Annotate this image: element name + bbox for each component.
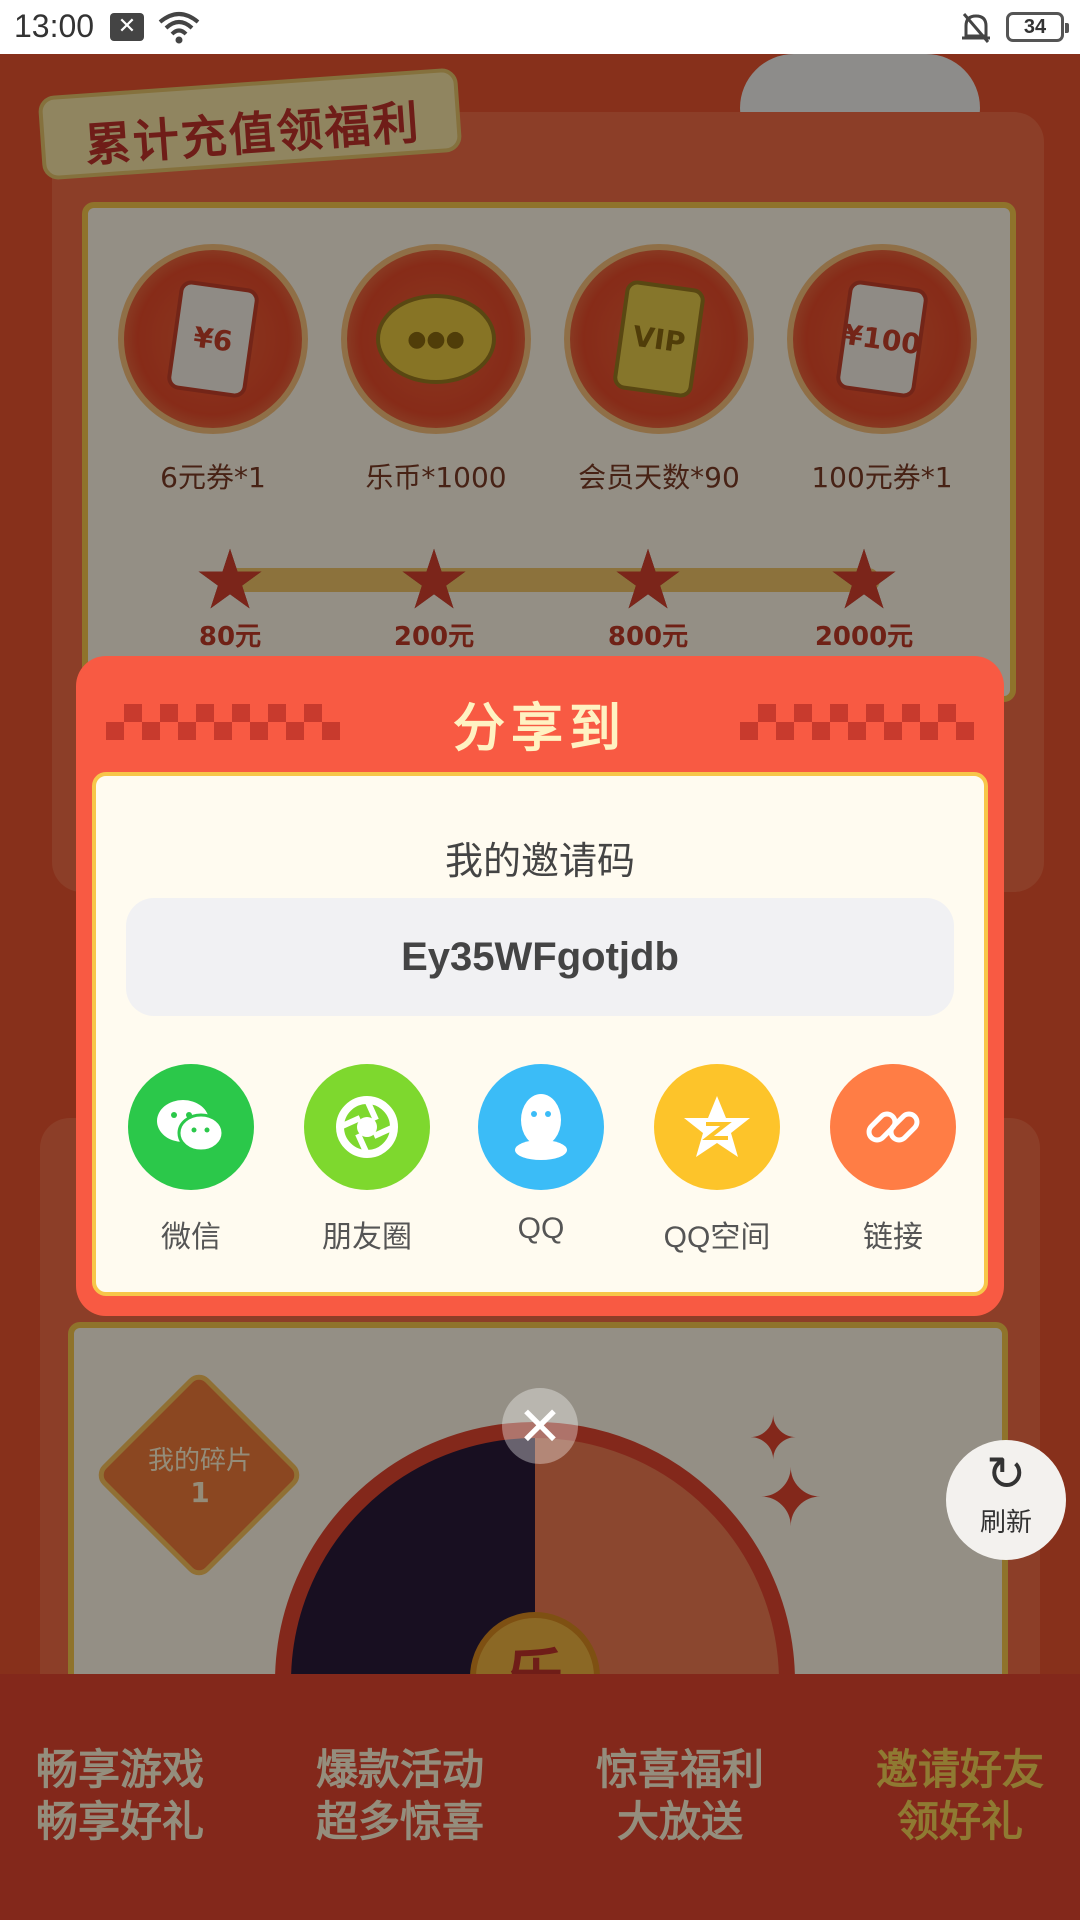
- invite-code-box[interactable]: Ey35WFgotjdb: [126, 898, 954, 1016]
- refresh-icon: ↻: [985, 1446, 1027, 1502]
- share-option-label: 微信: [161, 1221, 221, 1254]
- share-option-moments[interactable]: 朋友圈: [302, 1064, 432, 1256]
- refresh-button[interactable]: ↻ 刷新: [946, 1440, 1066, 1560]
- share-option-label: QQ空间: [663, 1221, 771, 1254]
- status-time: 13:00: [14, 8, 95, 44]
- dialog-body: 我的邀请码 Ey35WFgotjdb 微信 朋友圈 QQ QQ空间 链接: [92, 772, 988, 1296]
- share-option-link[interactable]: 链接: [828, 1064, 958, 1256]
- close-icon: ✕: [517, 1394, 563, 1458]
- share-option-label: 朋友圈: [322, 1221, 412, 1254]
- qq-icon: [478, 1064, 604, 1190]
- refresh-label: 刷新: [979, 1508, 1032, 1538]
- dialog-title: 分享到: [452, 699, 627, 759]
- link-icon: [830, 1064, 956, 1190]
- close-button[interactable]: ✕: [502, 1388, 578, 1464]
- qzone-icon: [654, 1064, 780, 1190]
- invite-code-label: 我的邀请码: [444, 839, 635, 883]
- share-dialog: 分享到 我的邀请码 Ey35WFgotjdb 微信 朋友圈 QQ QQ空间 链接: [76, 656, 1004, 1316]
- wifi-icon: [156, 10, 202, 48]
- share-option-qq[interactable]: QQ: [476, 1064, 606, 1246]
- share-option-label: 链接: [863, 1221, 923, 1254]
- battery-icon: 34: [1006, 12, 1069, 42]
- share-option-wechat[interactable]: 微信: [126, 1064, 256, 1256]
- notification-x-icon: ✕: [110, 13, 144, 41]
- share-option-label: QQ: [517, 1212, 565, 1245]
- moments-icon: [304, 1064, 430, 1190]
- status-bar: 13:00 ✕ 34: [0, 0, 1080, 54]
- share-option-qzone[interactable]: QQ空间: [652, 1064, 782, 1256]
- wechat-icon: [128, 1064, 254, 1190]
- bell-muted-icon: [958, 10, 994, 50]
